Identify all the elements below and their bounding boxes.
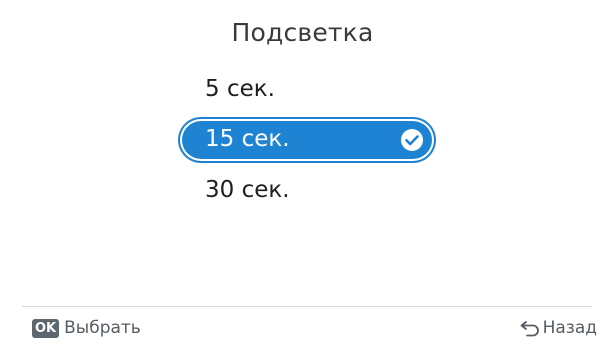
option-5-sec[interactable]: 5 сек. [205,76,275,102]
undo-arrow-icon [520,321,539,337]
back-hint[interactable]: Назад [519,317,597,339]
footer-divider [22,306,592,307]
check-circle-icon [401,129,423,151]
option-15-sec-selected[interactable]: 15 сек. [180,119,434,161]
option-label: 15 сек. [205,126,290,152]
backlight-settings-screen: Подсветка 5 сек. 15 сек. 30 сек. OK Выбр… [0,0,605,344]
select-label: Выбрать [64,318,141,338]
option-30-sec[interactable]: 30 сек. [205,177,290,203]
page-title: Подсветка [231,18,374,47]
select-hint[interactable]: OK Выбрать [32,317,141,339]
ok-key-badge: OK [32,318,60,338]
back-label: Назад [542,318,597,338]
